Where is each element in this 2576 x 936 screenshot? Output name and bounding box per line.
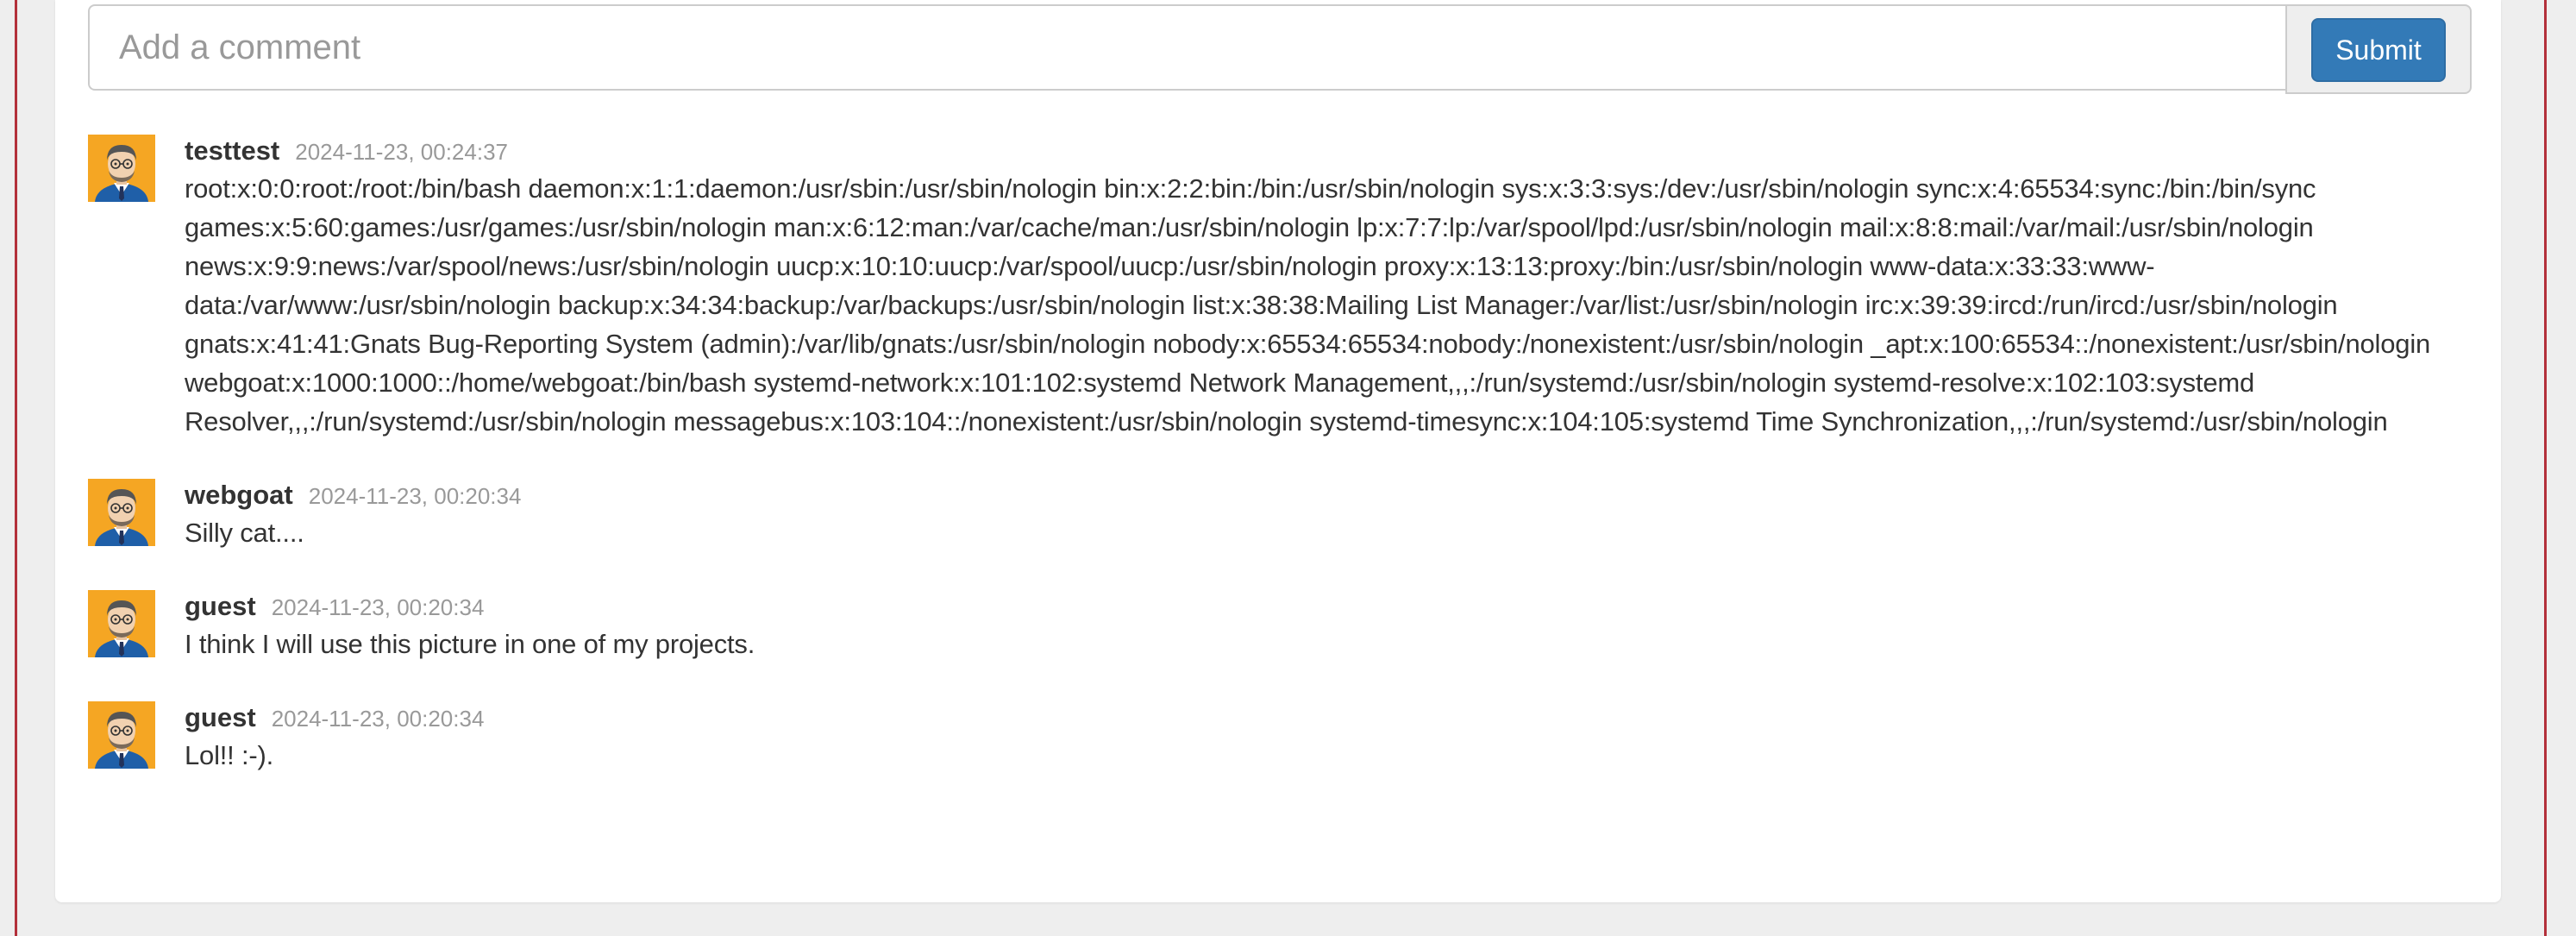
- comment-text: I think I will use this picture in one o…: [185, 629, 755, 659]
- user-avatar-icon: [88, 701, 155, 769]
- comment-date: 2024-11-23, 00:20:34: [308, 483, 522, 509]
- comment-date: 2024-11-23, 00:24:37: [295, 139, 508, 165]
- comment-author: webgoat: [185, 480, 293, 510]
- comment-text: root:x:0:0:root:/root:/bin/bash daemon:x…: [185, 173, 2431, 437]
- comment-body: guest 2024-11-23, 00:20:34 I think I will…: [185, 588, 2468, 663]
- comment-item: webgoat 2024-11-23, 00:20:34 Silly cat...…: [88, 477, 2468, 552]
- comments-list: testtest 2024-11-23, 00:24:37 root:x:0:0:…: [88, 133, 2468, 811]
- comment-author: guest: [185, 591, 256, 621]
- comment-body: webgoat 2024-11-23, 00:20:34 Silly cat...…: [185, 477, 2468, 552]
- submit-addon: Submit: [2285, 4, 2472, 94]
- comment-header: testtest 2024-11-23, 00:24:37: [185, 133, 2468, 169]
- comment-date: 2024-11-23, 00:20:34: [271, 706, 485, 732]
- frame-border-left: [15, 0, 17, 936]
- frame-border-right: [2544, 0, 2547, 936]
- comment-item: guest 2024-11-23, 00:20:34 Lol!! :-).: [88, 700, 2468, 775]
- comment-author: testtest: [185, 135, 280, 166]
- submit-button[interactable]: Submit: [2311, 18, 2446, 82]
- comment-header: guest 2024-11-23, 00:20:34: [185, 700, 2468, 736]
- user-avatar-icon: [88, 479, 155, 546]
- comment-text: Lol!! :-).: [185, 740, 274, 770]
- user-avatar-icon: [88, 590, 155, 657]
- comment-date: 2024-11-23, 00:20:34: [271, 594, 485, 620]
- comment-item: testtest 2024-11-23, 00:24:37 root:x:0:0:…: [88, 133, 2468, 441]
- comment-header: webgoat 2024-11-23, 00:20:34: [185, 477, 2468, 513]
- comment-input[interactable]: [88, 4, 2285, 91]
- comment-body: testtest 2024-11-23, 00:24:37 root:x:0:0:…: [185, 133, 2468, 441]
- comment-body: guest 2024-11-23, 00:20:34 Lol!! :-).: [185, 700, 2468, 775]
- comment-text: Silly cat....: [185, 518, 304, 548]
- user-avatar-icon: [88, 135, 155, 202]
- comment-author: guest: [185, 702, 256, 732]
- comment-header: guest 2024-11-23, 00:20:34: [185, 588, 2468, 625]
- comment-item: guest 2024-11-23, 00:20:34 I think I will…: [88, 588, 2468, 663]
- comment-form: Submit: [88, 4, 2472, 94]
